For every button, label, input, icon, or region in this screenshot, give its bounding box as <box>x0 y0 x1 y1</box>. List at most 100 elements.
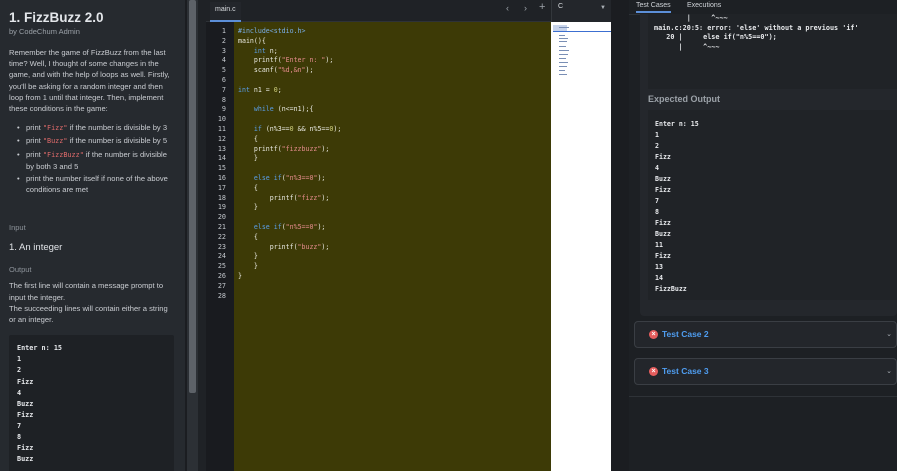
code-line: printf("fizz"); <box>238 193 330 202</box>
panel-separator <box>629 396 897 397</box>
line-number: 11 <box>217 124 226 133</box>
tab-test-cases[interactable]: Test Cases <box>636 2 671 13</box>
file-tab-main[interactable]: main.c <box>210 2 241 22</box>
line-number: 13 <box>217 144 226 153</box>
line-number: 14 <box>217 154 226 163</box>
code-line: } <box>238 252 258 261</box>
line-number: 9 <box>221 105 226 114</box>
expected-output-label: Expected Output <box>648 94 721 104</box>
line-number: 23 <box>217 242 226 251</box>
panel-divider-right[interactable] <box>611 0 629 471</box>
minimap-line <box>559 74 567 75</box>
code-line: main(){ <box>238 36 266 45</box>
code-line: { <box>238 134 258 143</box>
error-line: | ^~~~ <box>654 14 728 22</box>
problem-scrollbar[interactable] <box>187 0 198 471</box>
code-editor[interactable]: #include<stdio.h> main(){ int n; printf(… <box>234 22 551 471</box>
code-line: } <box>238 203 258 212</box>
line-number: 17 <box>217 183 226 192</box>
tab-executions[interactable]: Executions <box>687 2 721 9</box>
expected-output: Enter n: 15 1 2 Fizz 4 Buzz Fizz 7 8 Fizz Buzz 1… <box>648 110 897 300</box>
rule-item: print "Fizz" if the number is divisible … <box>17 122 176 134</box>
chevron-left-icon[interactable]: ‹ <box>506 3 509 13</box>
test-case-2-card[interactable]: × Test Case 2 ⌄ <box>634 321 897 348</box>
line-number: 26 <box>217 271 226 280</box>
line-number: 4 <box>221 56 226 65</box>
language-value: C <box>558 3 564 10</box>
line-number: 16 <box>217 173 226 182</box>
line-number: 3 <box>221 46 226 55</box>
minimap-line <box>559 62 568 63</box>
minimap-line <box>559 41 567 42</box>
scrollbar-thumb[interactable] <box>189 0 196 393</box>
line-number: 15 <box>217 164 226 173</box>
code-line: { <box>238 232 258 241</box>
line-number: 2 <box>221 36 226 45</box>
output-description-2: The succeeding lines will contain either… <box>9 303 168 325</box>
chevron-right-icon[interactable]: › <box>524 3 527 13</box>
minimap-line <box>559 38 568 39</box>
code-line: scanf("%d,&n"); <box>238 66 314 75</box>
chevron-down-icon: ▼ <box>600 5 606 11</box>
line-number: 25 <box>217 262 226 271</box>
minimap-line <box>559 35 565 36</box>
code-line: { <box>238 183 258 192</box>
line-number: 8 <box>221 95 226 104</box>
code-line: while (n<=n1);{ <box>253 105 314 114</box>
panel-divider[interactable] <box>198 0 206 471</box>
rule-item: print "FizzBuzz" if the number is divisi… <box>17 149 176 172</box>
problem-panel: 1. FizzBuzz 2.0 by CodeChum Admin Rememb… <box>0 0 185 471</box>
code-line: int n1 = 0; <box>238 85 282 94</box>
problem-title: 1. FizzBuzz 2.0 <box>9 10 104 25</box>
line-number: 10 <box>217 115 226 124</box>
code-line: else if("n%5==0"); <box>253 222 326 231</box>
problem-description: Remember the game of FizzBuzz from the l… <box>9 48 170 114</box>
code-line: if (n%3==0 && n%5==0); <box>253 124 342 133</box>
minimap-line <box>559 58 566 59</box>
line-number: 12 <box>217 134 226 143</box>
code-line: printf("buzz"); <box>238 242 330 251</box>
test-case-2-label: Test Case 2 <box>662 329 709 339</box>
code-line: int n; <box>253 46 278 55</box>
error-x-icon: × <box>649 367 658 376</box>
code-line: } <box>238 262 258 271</box>
code-line: #include<stdio.h> <box>238 27 306 35</box>
rule-item: print the number itself if none of the a… <box>17 173 176 195</box>
input-heading: 1. An integer <box>9 242 63 254</box>
line-number: 22 <box>217 232 226 241</box>
line-number: 5 <box>221 66 226 75</box>
error-line: 20 | else if("n%5==0"); <box>654 33 777 42</box>
code-line: } <box>238 154 258 163</box>
line-number: 21 <box>217 222 226 231</box>
line-number: 7 <box>221 85 226 94</box>
minimap-line <box>559 27 569 28</box>
minimap-line <box>559 50 569 51</box>
error-x-icon: × <box>649 330 658 339</box>
sample-output: Enter n: 15 1 2 Fizz 4 Buzz Fizz 7 8 Fizz Buzz <box>9 335 174 471</box>
minimap-line <box>559 54 568 55</box>
rules-list: print "Fizz" if the number is divisible … <box>17 122 176 195</box>
code-line: printf("fizzbuzz"); <box>238 144 330 153</box>
line-number: 20 <box>217 213 226 222</box>
test-case-3-label: Test Case 3 <box>662 366 709 376</box>
code-minimap[interactable] <box>551 22 611 471</box>
minimap-line <box>559 70 565 71</box>
results-tabbar: Test Cases Executions <box>629 0 897 15</box>
line-number: 19 <box>217 203 226 212</box>
chevron-down-icon: ⌄ <box>886 331 892 338</box>
code-line: else if("n%3==0"); <box>253 173 326 182</box>
minimap-line <box>559 66 567 67</box>
input-label: Input <box>9 223 26 233</box>
compiler-error-output: | ^~~~ main.c:20:5: error: 'else' withou… <box>648 14 897 89</box>
code-line: printf("Enter n: "); <box>238 56 334 65</box>
add-file-icon[interactable]: + <box>539 1 545 13</box>
line-number: 24 <box>217 252 226 261</box>
language-select[interactable]: C ▼ <box>551 0 611 22</box>
test-case-3-card[interactable]: × Test Case 3 ⌄ <box>634 358 897 385</box>
